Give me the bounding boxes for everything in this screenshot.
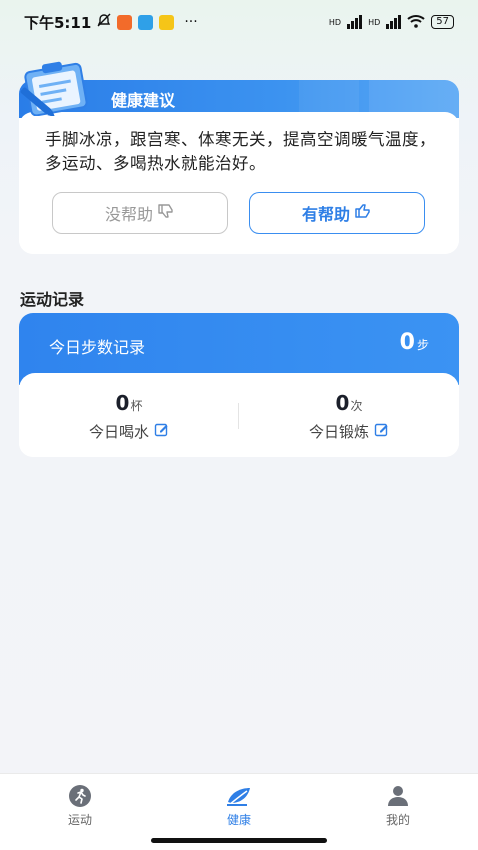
helpful-label: 有帮助	[301, 205, 350, 224]
exercise-label: 今日锻炼	[308, 423, 369, 441]
clipboard-icon	[14, 60, 100, 120]
helpful-button[interactable]: 有帮助	[249, 192, 425, 234]
tab-label: 我的	[385, 813, 410, 827]
exercise-record-card: 今日步数记录 0步 0杯 今日喝水 0次 今日锻炼	[19, 313, 459, 457]
health-card-title: 健康建议	[111, 91, 176, 110]
app-notification-icon	[159, 14, 175, 30]
record-body: 0杯 今日喝水 0次 今日锻炼	[19, 373, 459, 457]
edit-icon[interactable]	[374, 422, 389, 441]
battery-icon: 57	[431, 15, 454, 29]
steps-value-group: 0步	[400, 330, 429, 355]
wifi-icon	[407, 14, 425, 31]
not-helpful-button[interactable]: 没帮助	[52, 192, 228, 234]
water-label: 今日喝水	[88, 423, 149, 441]
water-value: 0	[115, 391, 130, 415]
tab-health[interactable]: 健康	[179, 784, 299, 828]
status-bar: 下午5:11 ··· HD HD 57	[0, 0, 478, 44]
steps-label: 今日步数记录	[49, 338, 146, 357]
status-time: 下午5:11	[24, 13, 92, 32]
app-notification-icon	[138, 14, 154, 30]
water-unit: 杯	[130, 399, 143, 413]
exercise-value: 0	[335, 391, 350, 415]
exercise-unit: 次	[350, 399, 363, 413]
thumbs-down-icon	[157, 202, 175, 224]
user-icon	[338, 784, 458, 808]
signal-icon	[386, 15, 402, 29]
exercise-stat[interactable]: 0次 今日锻炼	[239, 391, 459, 442]
network-label: HD	[368, 17, 381, 27]
steps-value: 0	[399, 330, 415, 355]
running-icon	[20, 784, 140, 808]
tab-mine[interactable]: 我的	[338, 784, 458, 828]
app-notification-icon	[117, 14, 133, 30]
not-helpful-label: 没帮助	[104, 205, 153, 224]
health-leaf-icon	[179, 784, 299, 808]
more-notifications-icon: ···	[184, 14, 198, 30]
steps-unit: 步	[416, 338, 429, 352]
tab-label: 健康	[226, 813, 251, 827]
thumbs-up-icon	[354, 202, 372, 224]
tab-label: 运动	[67, 813, 92, 827]
tab-exercise[interactable]: 运动	[20, 784, 140, 828]
health-advice-text: 手脚冰凉，跟宫寒、体寒无关，提高空调暖气温度，多运动、多喝热水就能治好。	[45, 130, 436, 173]
signal-icon	[347, 15, 363, 29]
network-label: HD	[328, 17, 342, 27]
section-title: 运动记录	[20, 290, 85, 309]
edit-icon[interactable]	[154, 422, 169, 441]
alarm-off-icon	[97, 13, 111, 31]
water-stat[interactable]: 0杯 今日喝水	[19, 391, 239, 442]
home-indicator	[151, 838, 327, 843]
